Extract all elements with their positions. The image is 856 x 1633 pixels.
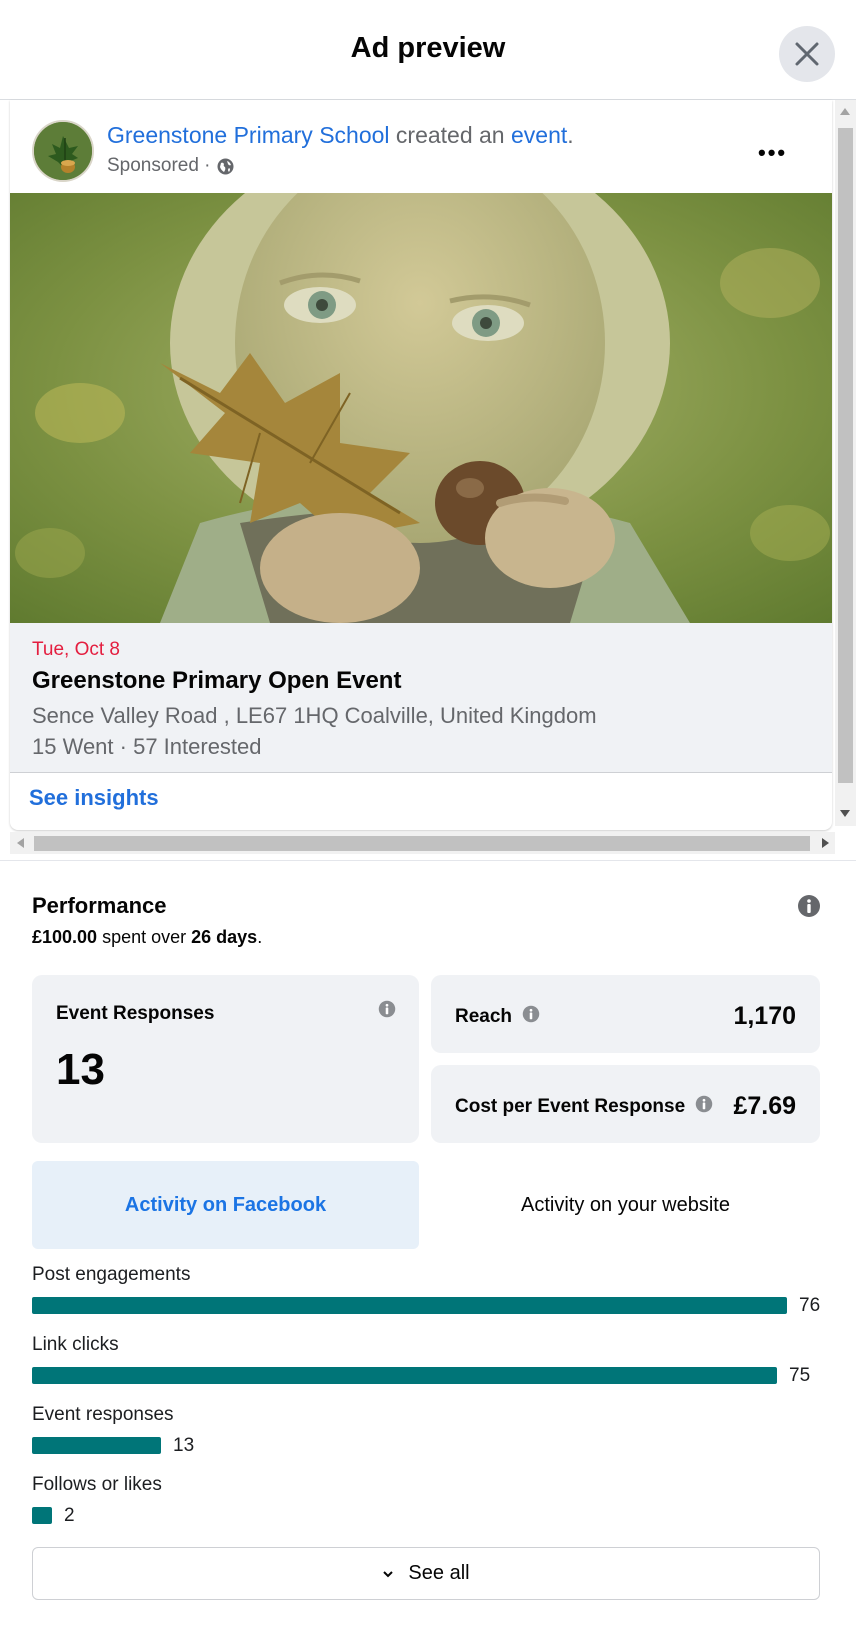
scroll-up-arrow-icon[interactable] (840, 108, 850, 115)
metric-bar (32, 1297, 787, 1314)
event-responses-card: Event Responses 13 (32, 975, 419, 1143)
see-all-label: See all (408, 1562, 470, 1584)
metric-label: Event responses (32, 1404, 174, 1425)
scroll-left-arrow-icon[interactable] (17, 838, 24, 848)
performance-info-icon[interactable] (797, 894, 821, 923)
post-attribution: Greenstone Primary School created an eve… (107, 122, 574, 149)
see-insights-link[interactable]: See insights (29, 785, 159, 811)
event-responses-label: Event Responses (56, 1003, 215, 1024)
ad-post: Greenstone Primary School created an eve… (10, 100, 832, 830)
horizontal-scroll-thumb[interactable] (34, 836, 810, 851)
performance-title: Performance (32, 893, 167, 918)
metric-bar (32, 1507, 52, 1524)
event-attendance: 15 Went · 57 Interested (32, 734, 262, 759)
post-header: Greenstone Primary School created an eve… (10, 100, 832, 192)
event-date: Tue, Oct 8 (32, 639, 120, 660)
sponsored-label: Sponsored · (107, 155, 211, 176)
chevron-down-icon (383, 1570, 394, 1577)
tab-activity-on-facebook[interactable]: Activity on Facebook (32, 1161, 419, 1249)
reach-label: Reach (455, 1006, 513, 1027)
page-name-link[interactable]: Greenstone Primary School (107, 122, 390, 148)
cost-value: £7.69 (733, 1092, 796, 1120)
close-icon (795, 42, 819, 66)
modal-header: Ad preview (0, 0, 856, 100)
event-responses-value: 13 (56, 1045, 105, 1094)
metric-bar (32, 1367, 777, 1384)
event-link[interactable]: event (511, 122, 567, 148)
vertical-scroll-thumb[interactable] (838, 128, 853, 783)
metric-value: 13 (173, 1435, 195, 1456)
more-options-button[interactable]: ••• (758, 140, 787, 166)
spent-amount: £100.00 (32, 927, 98, 947)
ad-preview-frame: Greenstone Primary School created an eve… (10, 100, 856, 860)
see-all-button[interactable]: See all (32, 1547, 820, 1600)
event-details[interactable]: Tue, Oct 8 Greenstone Primary Open Event… (10, 623, 832, 773)
scroll-right-arrow-icon[interactable] (822, 838, 829, 848)
metric-label: Post engagements (32, 1264, 191, 1285)
divider (0, 860, 856, 861)
performance-summary: £100.00 spent over 26 days. (32, 927, 262, 948)
page-avatar[interactable] (32, 120, 94, 182)
info-icon[interactable] (695, 1095, 713, 1119)
action-text: created an (389, 122, 511, 148)
metric-bar (32, 1437, 161, 1454)
modal-title: Ad preview (350, 32, 506, 64)
globe-icon (217, 158, 234, 174)
info-icon[interactable] (522, 1005, 540, 1029)
horizontal-scrollbar[interactable] (10, 832, 835, 854)
metric-value: 76 (799, 1295, 821, 1316)
cost-per-response-card: Cost per Event Response £7.69 (431, 1065, 820, 1143)
event-photo[interactable] (10, 193, 832, 623)
tab-activity-on-website[interactable]: Activity on your website (431, 1161, 820, 1249)
period: . (567, 122, 574, 148)
sponsored-line: Sponsored · (107, 155, 234, 177)
cost-label-group: Cost per Event Response (455, 1095, 713, 1119)
reach-value: 1,170 (733, 1002, 796, 1030)
metric-label: Follows or likes (32, 1474, 162, 1495)
spent-days: 26 days (191, 927, 258, 947)
leaf-logo-icon (34, 122, 92, 180)
scroll-down-arrow-icon[interactable] (840, 810, 850, 817)
metric-label: Link clicks (32, 1334, 119, 1355)
child-with-leaf-photo (10, 193, 832, 623)
vertical-scrollbar[interactable] (835, 100, 856, 826)
reach-card: Reach 1,170 (431, 975, 820, 1053)
spent-text: spent over (97, 927, 192, 947)
info-icon[interactable] (378, 1000, 396, 1023)
reach-label-group: Reach (455, 1005, 540, 1029)
close-button[interactable] (779, 26, 835, 82)
cost-label: Cost per Event Response (455, 1096, 686, 1117)
metric-value: 75 (789, 1365, 811, 1386)
metric-value: 2 (64, 1505, 75, 1526)
event-title: Greenstone Primary Open Event (32, 667, 402, 694)
event-location: Sence Valley Road , LE67 1HQ Coalville, … (32, 703, 597, 728)
spent-end: . (257, 927, 263, 947)
